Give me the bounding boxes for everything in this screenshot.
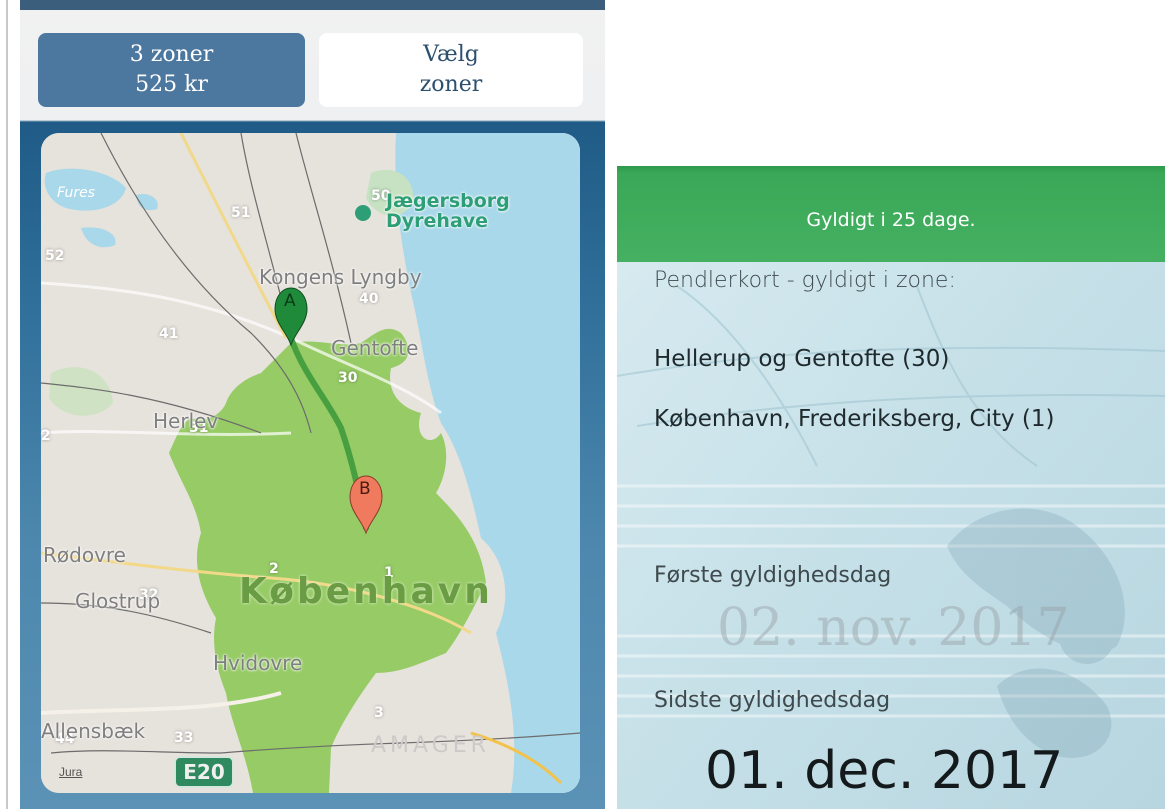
zone-number: 30 (338, 370, 358, 386)
first-valid-day-label: Første gyldighedsdag (654, 563, 892, 588)
marker-end-label: B (359, 479, 371, 499)
last-valid-date: 01. dec. 2017 (705, 741, 1064, 801)
ticket-panel: Gyldigt i 25 dage. Pendlerkort - gyldigt… (617, 166, 1165, 809)
validity-banner: Gyldigt i 25 dage. (617, 166, 1165, 262)
city-label-glostrup: Glostrup (75, 589, 161, 613)
zone-number: 2 (41, 428, 51, 444)
choose-zones-label-2: zoner (419, 72, 483, 97)
zone-map[interactable]: A B 51 52 50 40 41 30 31 2 2 1 32 44 33 … (41, 133, 580, 793)
city-label-ballerup: Allensbæk (41, 719, 146, 743)
road-badge-e20: E20 (174, 756, 234, 788)
city-label-hvidovre: Hvidovre (213, 651, 303, 675)
zone-number: 52 (45, 248, 65, 264)
map-canvas (41, 133, 580, 793)
park-label-line2: Dyrehave (386, 210, 489, 232)
tree-icon (355, 205, 371, 221)
city-label-herlev: Herlev (153, 409, 219, 433)
selected-zones-count: 3 zoner (129, 42, 214, 67)
zone-number: 33 (174, 730, 194, 746)
ticket-zone-2: København, Frederiksberg, City (1) (654, 406, 1055, 432)
city-label-lyngby: Kongens Lyngby (259, 265, 422, 289)
city-label-kobenhavn: København (239, 571, 493, 612)
validity-text: Gyldigt i 25 dage. (806, 209, 976, 231)
choose-zones-button[interactable]: Vælg zoner (319, 33, 583, 107)
zone-number: 51 (231, 205, 251, 221)
area-label-amager: AMAGER (371, 733, 490, 758)
ticket-zone-1: Hellerup og Gentofte (30) (654, 346, 950, 372)
city-label-rodovre: Rødovre (43, 543, 126, 567)
top-status-strip (20, 0, 605, 10)
last-valid-day-label: Sidste gyldighedsdag (654, 688, 891, 713)
city-label-gentofte: Gentofte (331, 336, 419, 360)
park-label-line1: Jægersborg (386, 190, 510, 212)
ticket-heading: Pendlerkort - gyldigt i zone: (654, 268, 956, 293)
first-valid-date: 02. nov. 2017 (717, 598, 1070, 658)
legal-link[interactable]: Jura (59, 765, 82, 779)
selected-zones-button[interactable]: 3 zoner 525 kr (38, 33, 305, 107)
zone-number: 3 (374, 705, 384, 721)
selected-zones-price: 525 kr (135, 72, 208, 97)
lake-label: Fures (57, 185, 96, 201)
zone-number: 41 (159, 326, 179, 342)
zone-map-panel: 3 zoner 525 kr Vælg zoner A B 51 52 50 4… (20, 0, 605, 809)
zone-number: 40 (359, 291, 379, 307)
window-edge-divider (6, 0, 8, 809)
choose-zones-label-1: Vælg (423, 42, 479, 67)
marker-start-label: A (284, 291, 296, 311)
